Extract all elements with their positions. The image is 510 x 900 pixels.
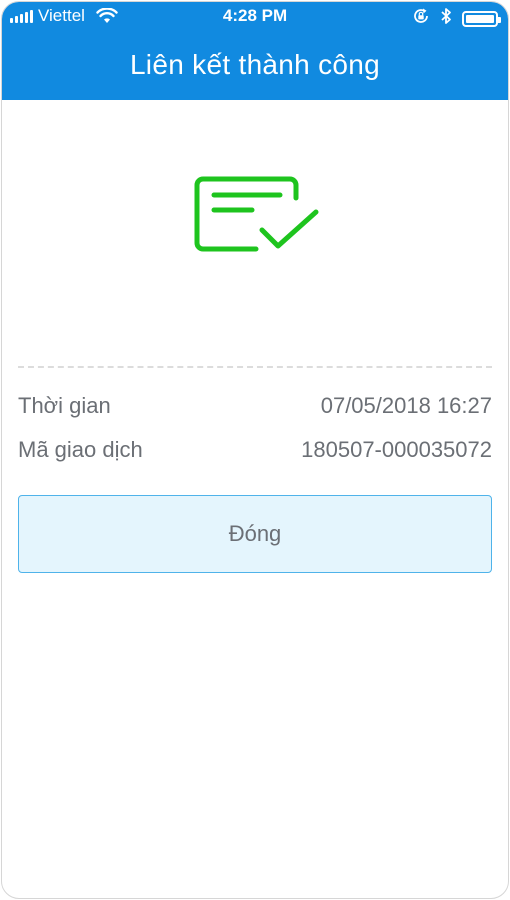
top-bar: Viettel 4:28 PM Liên kết thành công [2,2,508,100]
close-button[interactable]: Đóng [18,495,492,573]
dashed-divider [18,366,492,368]
phone-screen: Viettel 4:28 PM Liên kết thành công Thời… [1,1,509,899]
detail-label: Thời gian [18,393,111,418]
battery-icon [462,10,501,27]
close-button-label: Đóng [228,521,282,546]
status-right [412,7,501,30]
success-hero [2,100,508,368]
detail-row-transaction-id: Mã giao dịch 180507-000035072 [18,436,492,480]
detail-value: 180507-000035072 [301,437,492,462]
detail-value: 07/05/2018 16:27 [320,393,492,418]
detail-label: Mã giao dịch [18,437,143,462]
orientation-lock-icon [412,7,430,30]
detail-row-time: Thời gian 07/05/2018 16:27 [18,392,492,436]
transaction-details: Thời gian 07/05/2018 16:27 Mã giao dịch … [2,392,508,480]
card-check-icon [192,176,322,261]
page-title: Liên kết thành công [129,49,381,80]
status-bar: Viettel 4:28 PM [2,2,508,32]
bluetooth-icon [440,7,452,30]
